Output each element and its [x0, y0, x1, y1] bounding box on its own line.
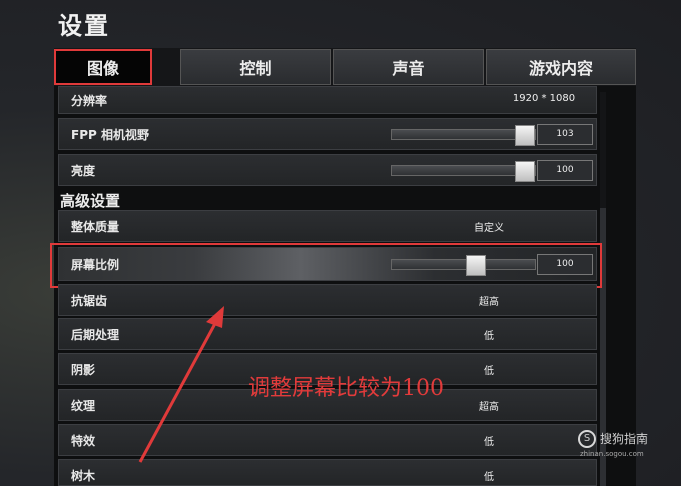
watermark: S 搜狗指南 zhinan.sogou.com: [578, 430, 678, 460]
sogou-logo-icon: S: [578, 430, 596, 448]
watermark-site: zhinan.sogou.com: [580, 450, 644, 458]
annotation-text: 调整屏幕比较为100: [248, 376, 444, 401]
annotation-arrow-icon: [138, 306, 224, 463]
watermark-name: 搜狗指南: [600, 432, 649, 446]
